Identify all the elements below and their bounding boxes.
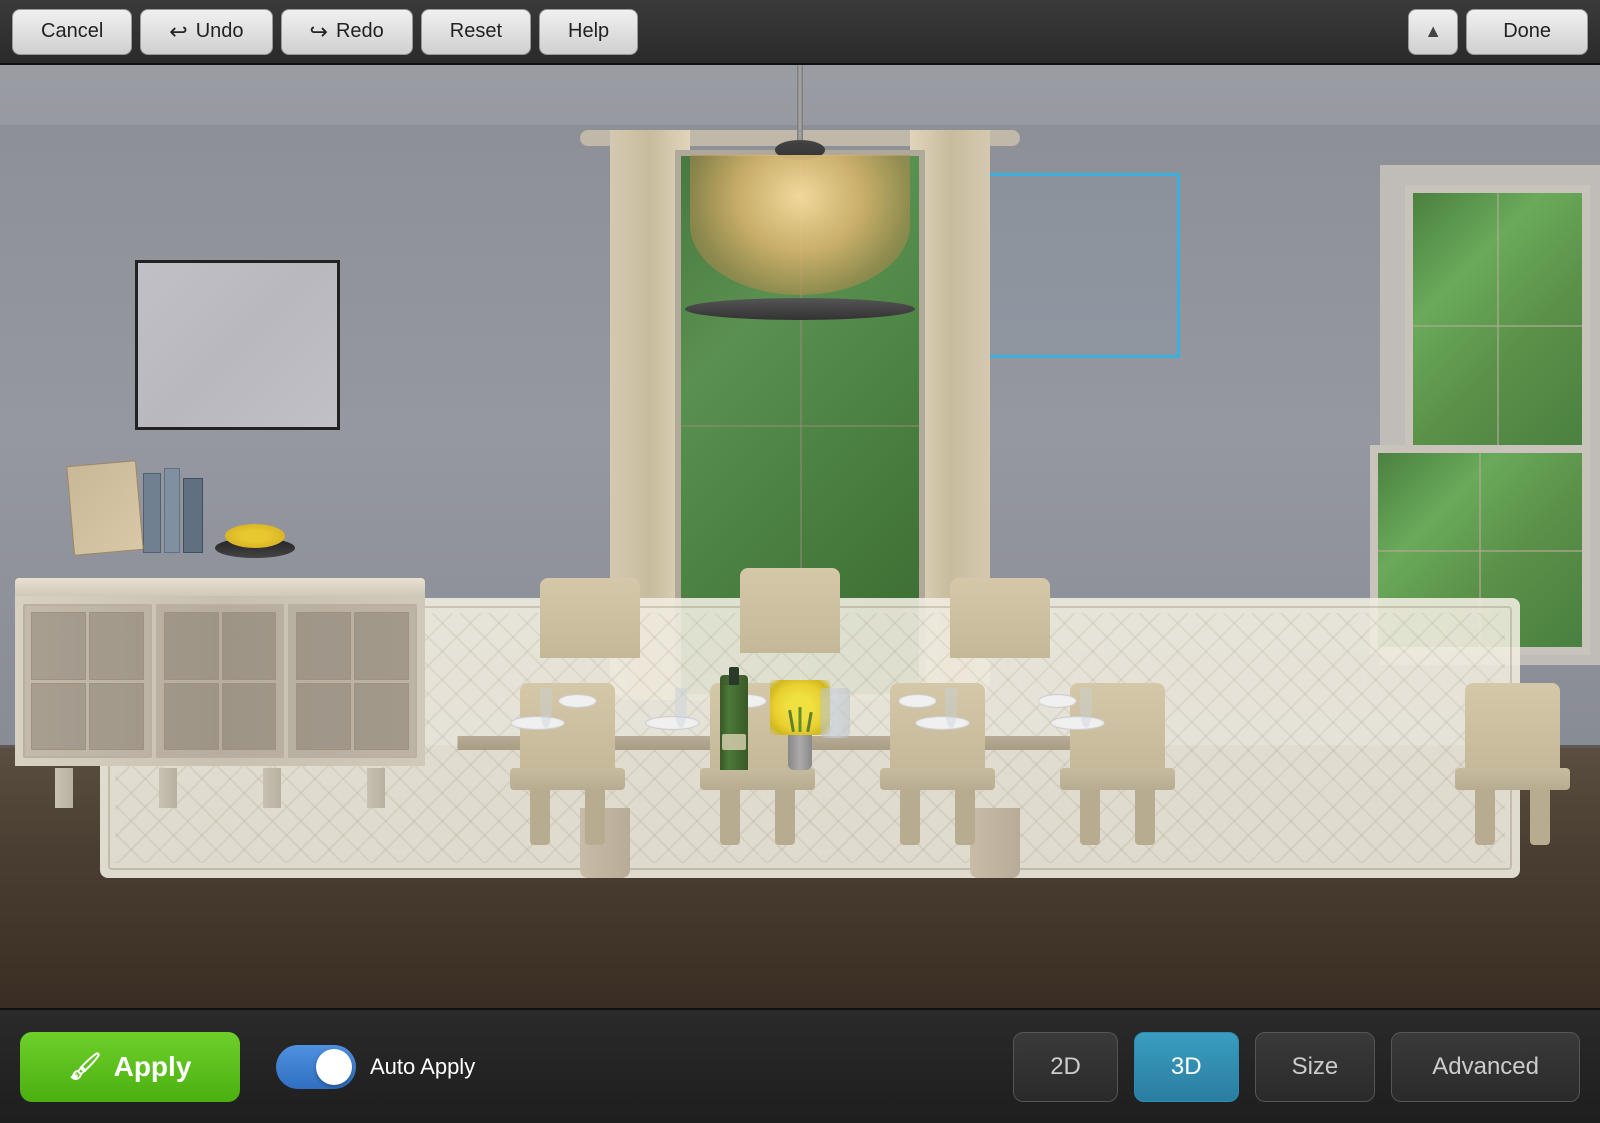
done-button[interactable]: Done [1466,9,1588,55]
auto-apply-label: Auto Apply [370,1054,475,1080]
chair-front-right [1060,683,1175,853]
redo-label: Redo [336,20,384,43]
sideboard-leg [367,768,385,808]
door-pane [296,612,351,680]
sideboard [15,578,425,808]
help-button[interactable]: Help [539,9,638,55]
center-vase [820,688,850,738]
sideboard-body [15,596,425,766]
auto-apply-toggle[interactable] [276,1045,356,1089]
chair-back-far-left [540,578,640,658]
door-pane [222,612,277,680]
bottom-toolbar: 🖌 Apply Auto Apply 2D 3D Size Advanced [0,1008,1600,1123]
undo-icon: ↩ [169,19,187,45]
door-pane [354,612,409,680]
chandelier [690,65,910,320]
top-toolbar: Cancel ↩ Undo ↪ Redo Reset Help ▲ Done [0,0,1600,65]
door-pane [222,683,277,751]
chandelier-crystals [690,155,910,295]
door-pane [354,683,409,751]
door-pane [31,612,86,680]
toggle-knob [316,1049,352,1085]
reset-button[interactable]: Reset [421,9,531,55]
sideboard-door-2 [156,604,285,758]
cancel-label: Cancel [41,20,103,43]
chandelier-chain [797,65,803,140]
fruit-bowl [215,518,295,558]
sideboard-leg [159,768,177,808]
wine-bottle [720,675,748,770]
sideboard-legs [25,768,415,808]
chevron-up-icon: ▲ [1424,21,1442,42]
btn-3d-label: 3D [1171,1053,1202,1081]
sideboard-top [15,578,425,596]
door-pane [89,612,144,680]
sideboard-leg [263,768,281,808]
chevron-up-button[interactable]: ▲ [1408,9,1458,55]
chair-back-far-center [740,568,840,653]
door-pane [164,683,219,751]
undo-label: Undo [196,20,244,43]
size-label: Size [1292,1053,1339,1081]
apply-button[interactable]: 🖌 Apply [20,1032,240,1102]
door-pane [296,683,351,751]
done-label: Done [1503,20,1551,43]
advanced-button[interactable]: Advanced [1391,1032,1580,1102]
help-label: Help [568,20,609,43]
door-pane [89,683,144,751]
reset-label: Reset [450,20,502,43]
picture-frame [135,260,340,430]
books-decoration [70,463,203,553]
chair-far-right [1455,683,1570,853]
redo-icon: ↪ [310,19,328,45]
chandelier-fixture [680,140,920,320]
redo-button[interactable]: ↪ Redo [281,9,413,55]
auto-apply-group: Auto Apply [276,1045,475,1089]
vase-body [788,730,812,770]
door-pane [31,683,86,751]
undo-button[interactable]: ↩ Undo [140,9,272,55]
chair-front-center-right [880,683,995,853]
sideboard-door-1 [23,604,152,758]
apply-label: Apply [114,1051,192,1083]
chair-front-left [510,683,625,853]
chair-back-far-right [950,578,1050,658]
advanced-label: Advanced [1432,1053,1539,1081]
cancel-button[interactable]: Cancel [12,9,132,55]
btn-2d[interactable]: 2D [1013,1032,1118,1102]
door-pane [164,612,219,680]
btn-3d[interactable]: 3D [1134,1032,1239,1102]
window-upper-right [1405,185,1590,465]
size-button[interactable]: Size [1255,1032,1376,1102]
btn-2d-label: 2D [1050,1053,1081,1081]
apply-paint-icon: 🖌 [69,1051,102,1082]
scene-viewport[interactable] [0,65,1600,1008]
sideboard-door-3 [288,604,417,758]
sideboard-leg [55,768,73,808]
